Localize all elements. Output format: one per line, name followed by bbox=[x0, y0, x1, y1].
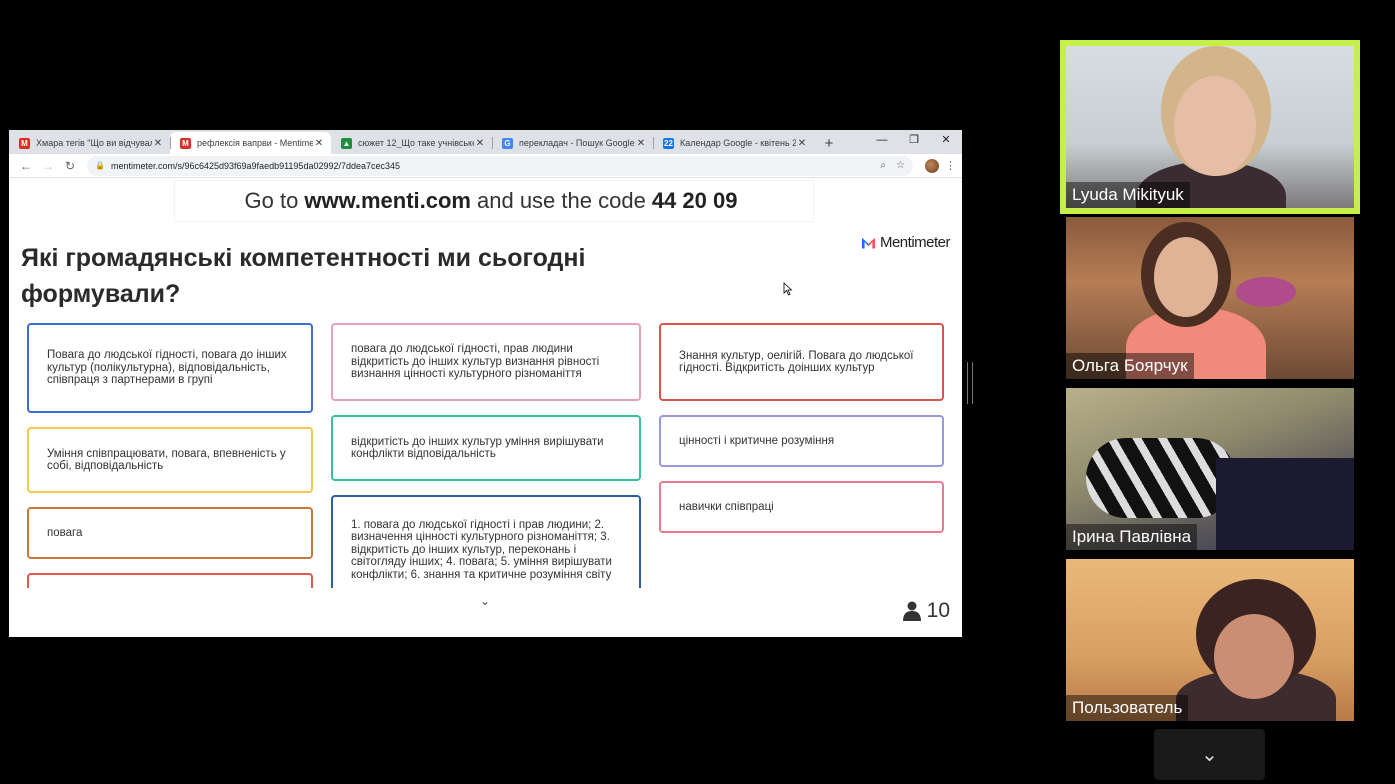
participant-video-dark bbox=[1216, 458, 1354, 550]
tab-close-icon[interactable]: ✕ bbox=[635, 138, 647, 149]
response-text: повага bbox=[47, 526, 83, 539]
tab-favicon-icon: M bbox=[19, 137, 30, 149]
join-code-banner: Go to www.menti.com and use the code 44 … bbox=[175, 181, 813, 221]
participant-video-face bbox=[1154, 237, 1218, 317]
code-prefix: Go to bbox=[244, 188, 299, 213]
response-card: цінності і критичне розуміння bbox=[659, 415, 944, 467]
response-card bbox=[27, 573, 313, 588]
browser-menu-icon[interactable]: ⋮ bbox=[945, 159, 956, 172]
tab-close-icon[interactable]: ✕ bbox=[152, 138, 164, 149]
back-icon[interactable]: ← bbox=[15, 159, 37, 173]
browser-tab[interactable]: M Хмара тегів "Що ви відчували ✕ bbox=[9, 132, 170, 154]
response-text: Повага до людської гідності, повага до і… bbox=[47, 349, 287, 387]
video-tile[interactable]: Ірина Павлівна bbox=[1066, 388, 1354, 550]
panel-resize-handle[interactable] bbox=[967, 362, 973, 404]
response-text: цінності і критичне розуміння bbox=[679, 434, 835, 447]
new-tab-button[interactable]: + bbox=[818, 132, 840, 154]
join-code: 44 20 09 bbox=[651, 188, 738, 213]
response-column-1: Повага до людської гідності, повага до і… bbox=[27, 323, 313, 588]
participant-name: Ірина Павлівна bbox=[1066, 524, 1198, 550]
mentimeter-slide: Go to www.menti.com and use the code 44 … bbox=[9, 178, 962, 637]
response-card: повага до людської гідності, прав людини… bbox=[331, 323, 641, 401]
response-card: Знання культур, оелігій. Повага до людсь… bbox=[659, 323, 944, 401]
participant-name: Пользователь bbox=[1066, 695, 1189, 721]
orchid-decoration bbox=[1236, 277, 1296, 307]
tab-close-icon[interactable]: ✕ bbox=[313, 138, 325, 149]
participant-video-face bbox=[1214, 614, 1294, 699]
participant-video-face bbox=[1174, 76, 1256, 176]
restore-icon[interactable]: ❐ bbox=[898, 130, 930, 152]
question-title: Які громадянські компетентності ми сього… bbox=[21, 244, 586, 308]
response-text: відкритість до інших культур уміння вирі… bbox=[351, 435, 604, 461]
scroll-participants-button[interactable]: ⌄ bbox=[1154, 729, 1265, 780]
participant-name: Lyuda Mikityuk bbox=[1066, 182, 1190, 208]
response-card: 1. повага до людської гідності і прав лю… bbox=[331, 495, 641, 588]
browser-tab[interactable]: Gперекладач - Пошук Google ✕ bbox=[492, 132, 653, 154]
tab-title: перекладач - Пошук Google bbox=[519, 138, 635, 148]
tab-favicon-icon: 22 bbox=[663, 137, 674, 149]
bookmark-star-icon[interactable]: ☆ bbox=[896, 160, 905, 171]
response-text: Уміння співпрацювати, повага, впевненіст… bbox=[47, 447, 286, 473]
tabs: M Хмара тегів "Що ви відчували ✕ Mрефлексія… bbox=[9, 132, 814, 154]
mouse-cursor-icon bbox=[783, 282, 793, 296]
code-site: www.menti.com bbox=[304, 188, 471, 213]
code-middle: and use the code bbox=[477, 188, 646, 213]
tab-favicon-icon: ▲ bbox=[341, 137, 352, 149]
brand-name: Mentimeter bbox=[879, 234, 951, 251]
person-icon bbox=[902, 601, 921, 621]
tab-title: Хмара тегів "Що ви відчували bbox=[36, 138, 152, 148]
address-toolbar: ← → ↻ 🔒 mentimeter.com/s/96c6425d93f69a9… bbox=[9, 154, 962, 178]
tab-close-icon[interactable]: ✕ bbox=[474, 138, 486, 149]
participant-video bbox=[1086, 438, 1236, 518]
response-column-2: повага до людської гідності, прав людини… bbox=[331, 323, 641, 588]
response-card: відкритість до інших культур уміння вирі… bbox=[331, 415, 641, 481]
meeting-screen: M Хмара тегів "Що ви відчували ✕ Mрефлексія… bbox=[0, 0, 1395, 784]
response-text: 1. повага до людської гідності і прав лю… bbox=[351, 518, 612, 581]
response-card: повага bbox=[27, 507, 313, 559]
browser-tab[interactable]: ▲ сюжет 12_Що таке учнівське ✕ bbox=[331, 132, 492, 154]
response-card: Повага до людської гідності, повага до і… bbox=[27, 323, 313, 413]
video-tile[interactable]: Ольга Боярчук bbox=[1066, 217, 1354, 379]
participant-count-value: 10 bbox=[926, 599, 950, 622]
mentimeter-logo-icon bbox=[861, 237, 875, 249]
tab-strip: M Хмара тегів "Що ви відчували ✕ Mрефлексія… bbox=[9, 130, 962, 154]
tab-favicon-icon: M bbox=[180, 137, 191, 149]
chevron-down-icon: ⌄ bbox=[1201, 744, 1218, 766]
response-text: Знання культур, оелігій. Повага до людсь… bbox=[679, 349, 914, 375]
minimize-icon[interactable]: — bbox=[866, 130, 898, 152]
tab-close-icon[interactable]: ✕ bbox=[796, 138, 808, 149]
response-text: повага до людської гідності, прав людини… bbox=[351, 343, 600, 381]
video-tile[interactable]: Lyuda Mikityuk bbox=[1060, 40, 1360, 214]
mentimeter-logo: Mentimeter bbox=[861, 234, 951, 251]
browser-tab[interactable]: 22 Календар Google - квітень 20 ✕ bbox=[653, 132, 814, 154]
lock-icon: 🔒 bbox=[95, 161, 105, 170]
response-card: навички співпраці bbox=[659, 481, 944, 533]
shared-browser-window: M Хмара тегів "Що ви відчували ✕ Mрефлексія… bbox=[9, 130, 962, 637]
tab-title: Календар Google - квітень 20 bbox=[680, 138, 796, 148]
profile-avatar[interactable] bbox=[925, 158, 939, 173]
close-window-icon[interactable]: ✕ bbox=[930, 130, 962, 152]
responses-area: Повага до людської гідності, повага до і… bbox=[9, 323, 962, 588]
participant-name: Ольга Боярчук bbox=[1066, 353, 1194, 379]
url-text: mentimeter.com/s/96c6425d93f69a9faedb911… bbox=[110, 160, 401, 171]
video-tile[interactable]: Пользователь bbox=[1066, 559, 1354, 721]
address-bar[interactable]: 🔒 mentimeter.com/s/96c6425d93f69a9faedb9… bbox=[87, 155, 913, 176]
participant-count: 10 bbox=[902, 599, 950, 623]
zoom-icon[interactable]: ⌕ bbox=[880, 160, 886, 171]
window-controls: — ❐ ✕ bbox=[866, 130, 962, 152]
reload-icon[interactable]: ↻ bbox=[59, 159, 81, 173]
browser-tab[interactable]: Mрефлексія вапрви - Mentimeter ✕ bbox=[170, 132, 331, 154]
tab-title: сюжет 12_Що таке учнівське bbox=[358, 138, 474, 148]
response-card: Уміння співпрацювати, повага, впевненіст… bbox=[27, 427, 313, 493]
response-text: навички співпраці bbox=[679, 500, 774, 513]
tab-title: рефлексія вапрви - Mentimeter bbox=[197, 138, 313, 148]
tab-favicon-icon: G bbox=[502, 137, 513, 149]
response-column-3: Знання культур, оелігій. Повага до людсь… bbox=[659, 323, 944, 533]
scroll-more-icon[interactable]: ⌄ bbox=[480, 594, 490, 608]
forward-icon[interactable]: → bbox=[37, 159, 59, 173]
